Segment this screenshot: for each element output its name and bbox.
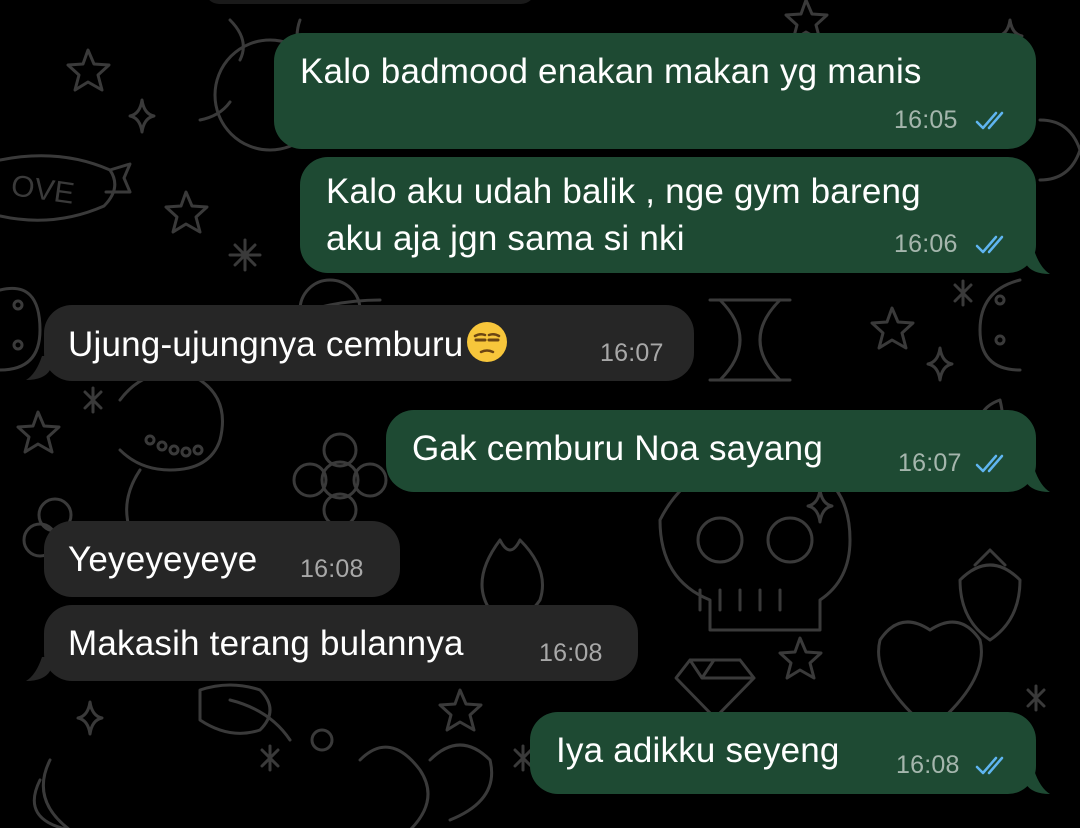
message-time: 16:05 — [894, 106, 958, 134]
message-time: 16:08 — [539, 639, 603, 667]
message-text-line-1: Kalo aku udah balik , nge gym bareng — [326, 172, 921, 211]
unamused-face-icon — [467, 322, 508, 362]
previous-message-edge — [205, 0, 535, 4]
message-bubble-outgoing[interactable]: Iya adikku seyeng 16:08 — [530, 712, 1036, 794]
bubble-tail — [1026, 250, 1050, 274]
message-time: 16:08 — [896, 751, 960, 779]
bubble-tail — [1026, 468, 1050, 492]
bubble-tail — [1026, 770, 1050, 794]
read-receipt-icon — [975, 454, 1004, 473]
message-time: 16:07 — [898, 449, 962, 477]
read-receipt-icon — [975, 111, 1004, 130]
message-bubble-incoming[interactable]: Makasih terang bulannya 16:08 — [44, 605, 638, 681]
message-bubble-outgoing[interactable]: Kalo badmood enakan makan yg manis 16:05 — [274, 33, 1036, 149]
message-text: Yeyeyeyeye — [68, 540, 258, 579]
message-text: Makasih terang bulannya — [68, 624, 464, 663]
message-time: 16:07 — [600, 339, 664, 367]
bubble-tail — [26, 356, 50, 380]
message-bubble-incoming[interactable]: Ujung-ujungnya cemburu 16:07 — [44, 305, 694, 381]
bubble-tail — [26, 657, 50, 681]
message-bubble-incoming[interactable]: Yeyeyeyeye 16:08 — [44, 521, 400, 597]
message-bubble-outgoing[interactable]: Gak cemburu Noa sayang 16:07 — [386, 410, 1036, 492]
message-bubble-outgoing[interactable]: Kalo aku udah balik , nge gym bareng aku… — [300, 157, 1036, 273]
message-time: 16:08 — [300, 555, 364, 583]
message-time: 16:06 — [894, 230, 958, 258]
chat-view[interactable]: OVE Kalo badmood enakan makan yg manis 1… — [0, 0, 1080, 828]
message-text: Gak cemburu Noa sayang — [412, 429, 824, 468]
read-receipt-icon — [975, 235, 1004, 254]
wallpaper-doodle-text: OVE — [9, 169, 76, 210]
message-text: Kalo badmood enakan makan yg manis — [300, 52, 922, 91]
message-text: Ujung-ujungnya cemburu — [68, 320, 509, 370]
message-text: Iya adikku seyeng — [556, 731, 840, 770]
read-receipt-icon — [975, 756, 1004, 775]
message-text-line-2: aku aja jgn sama si nki — [326, 219, 685, 258]
message-text-content: Ujung-ujungnya cemburu — [68, 325, 464, 364]
